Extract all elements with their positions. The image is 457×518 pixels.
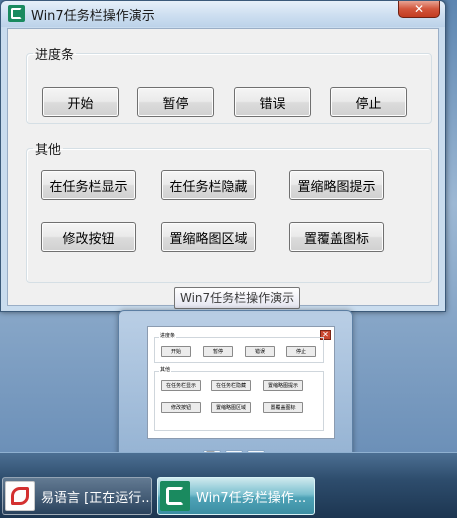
thumbnail-start-button: 开始 — [161, 346, 191, 357]
pause-button[interactable]: 暂停 — [137, 87, 214, 117]
taskbar: 易语言 [正在运行... Win7任务栏操作... — [0, 452, 457, 518]
close-button[interactable]: ✕ — [398, 1, 440, 18]
show-in-taskbar-button[interactable]: 在任务栏显示 — [41, 170, 136, 200]
set-thumbnail-region-button[interactable]: 置缩略图区域 — [161, 222, 256, 252]
taskbar-item-label: 易语言 [正在运行... — [41, 490, 151, 506]
error-button[interactable]: 错误 — [234, 87, 311, 117]
thumbnail-other-group: 其他 在任务栏显示 在任务栏隐藏 置缩略图提示 修改按钮 置缩略图区域 置覆盖图… — [154, 366, 324, 431]
set-thumbnail-tip-button[interactable]: 置缩略图提示 — [289, 170, 384, 200]
progress-group: 进度条 开始 暂停 错误 停止 — [26, 44, 432, 124]
progress-group-legend: 进度条 — [35, 48, 75, 63]
taskbar-item-demo[interactable]: Win7任务栏操作... — [157, 477, 315, 515]
modify-buttons-button[interactable]: 修改按钮 — [41, 222, 136, 252]
taskbar-item-label: Win7任务栏操作... — [196, 490, 307, 506]
thumbnail-other-legend: 其他 — [159, 366, 172, 373]
main-window: Win7任务栏操作演示 ✕ 进度条 开始 暂停 错误 停止 其他 在任务栏显示 … — [0, 0, 446, 312]
other-group-legend: 其他 — [35, 143, 62, 158]
client-area: 进度条 开始 暂停 错误 停止 其他 在任务栏显示 在任务栏隐藏 置缩略图提示 … — [7, 28, 439, 306]
thumbnail-progress-legend: 进度条 — [159, 332, 177, 339]
thumbnail-overlay-button: 置覆盖图标 — [263, 402, 303, 413]
title-bar[interactable]: Win7任务栏操作演示 ✕ — [1, 1, 445, 27]
thumbnail-show-button: 在任务栏显示 — [161, 380, 201, 391]
app-icon — [8, 5, 25, 22]
other-group: 其他 在任务栏显示 在任务栏隐藏 置缩略图提示 修改按钮 置缩略图区域 置覆盖图… — [26, 139, 432, 283]
thumbnail-modify-button: 修改按钮 — [161, 402, 201, 413]
stop-button[interactable]: 停止 — [330, 87, 407, 117]
hide-in-taskbar-button[interactable]: 在任务栏隐藏 — [161, 170, 256, 200]
thumbnail-error-button: 错误 — [245, 346, 275, 357]
taskbar-thumbnail-preview[interactable]: ✕ 进度条 开始 暂停 错误 停止 其他 在任务栏显示 在任务栏隐藏 置缩略图提… — [118, 310, 353, 470]
window-title: Win7任务栏操作演示 — [31, 9, 155, 24]
demo-app-icon — [160, 481, 190, 511]
thumbnail-region-button: 置缩略图区域 — [211, 402, 251, 413]
thumbnail-progress-group: 进度条 开始 暂停 错误 停止 — [154, 332, 324, 363]
start-button[interactable]: 开始 — [42, 87, 119, 117]
eyuyan-app-icon — [5, 481, 35, 511]
thumbnail-window-image: ✕ 进度条 开始 暂停 错误 停止 其他 在任务栏显示 在任务栏隐藏 置缩略图提… — [147, 326, 335, 439]
thumbnail-pause-button: 暂停 — [203, 346, 233, 357]
taskbar-tooltip: Win7任务栏操作演示 — [174, 287, 301, 309]
thumbnail-stop-button: 停止 — [286, 346, 316, 357]
thumbnail-hide-button: 在任务栏隐藏 — [211, 380, 251, 391]
thumbnail-tip-button: 置缩略图提示 — [263, 380, 303, 391]
taskbar-item-eyuyan[interactable]: 易语言 [正在运行... — [2, 477, 152, 515]
set-overlay-icon-button[interactable]: 置覆盖图标 — [289, 222, 384, 252]
